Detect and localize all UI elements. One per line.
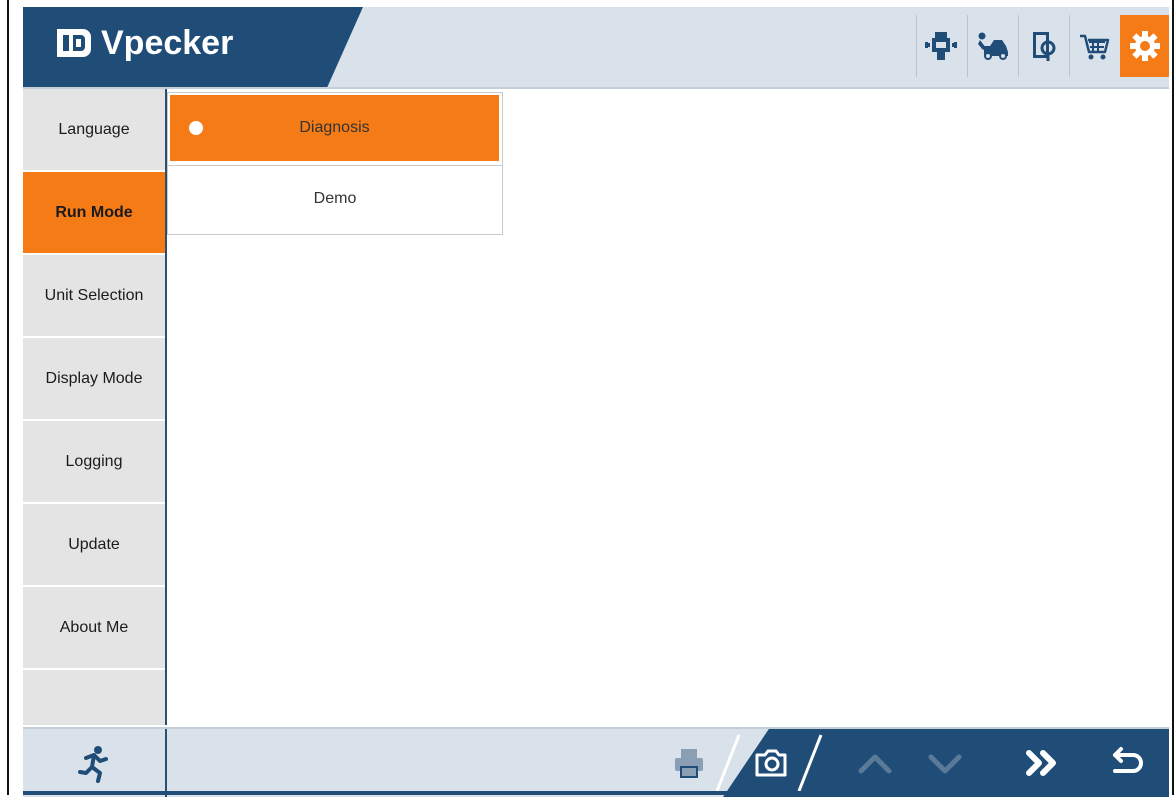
fast-forward-icon [1026, 750, 1056, 776]
option-diagnosis[interactable]: Diagnosis [170, 95, 499, 161]
print-icon [675, 749, 703, 778]
car-repair-button[interactable] [967, 15, 1016, 77]
screenshot-button[interactable] [745, 737, 797, 789]
diagnostic-connector-button[interactable] [916, 15, 965, 77]
shopping-cart-icon [1080, 34, 1110, 60]
settings-sidebar: Language Run Mode Unit Selection Display… [23, 89, 167, 725]
exit-runner-icon [78, 746, 108, 783]
bottom-toolbar [23, 727, 1169, 797]
back-button[interactable] [1101, 737, 1153, 789]
top-header: Vpecker [23, 7, 1169, 89]
sidebar-item-label: Logging [65, 452, 123, 470]
sidebar-item-label: Language [58, 120, 130, 138]
scroll-down-button[interactable] [919, 737, 971, 789]
back-return-icon [1113, 747, 1143, 773]
option-label: Diagnosis [299, 119, 370, 136]
print-button[interactable] [663, 737, 715, 789]
manual-book-icon [1033, 32, 1056, 61]
sidebar-item-run-mode[interactable]: Run Mode [23, 172, 165, 255]
manual-book-button[interactable] [1018, 15, 1067, 77]
camera-icon [755, 749, 787, 777]
settings-button[interactable] [1120, 15, 1169, 77]
chevron-down-icon [928, 754, 962, 774]
sidebar-item-update[interactable]: Update [23, 504, 165, 587]
sidebar-item-label: Unit Selection [44, 286, 144, 304]
top-toolbar [914, 15, 1169, 77]
shopping-cart-button[interactable] [1069, 15, 1118, 77]
vpecker-logo-icon [57, 29, 91, 57]
car-repair-icon [978, 32, 1008, 60]
option-demo[interactable]: Demo [168, 165, 502, 232]
exit-button[interactable] [23, 729, 167, 797]
separator-slash [715, 734, 741, 792]
settings-gear-icon [1130, 31, 1160, 61]
option-label: Demo [313, 190, 357, 207]
sidebar-item-language[interactable]: Language [23, 89, 165, 172]
sidebar-item-label: Display Mode [45, 369, 143, 387]
bottom-edge [23, 791, 1169, 795]
sidebar-item-unit-selection[interactable]: Unit Selection [23, 255, 165, 338]
app-title: Vpecker [101, 23, 234, 62]
selected-radio-indicator [189, 121, 203, 135]
next-button[interactable] [1017, 737, 1069, 789]
sidebar-item-label: Run Mode [55, 203, 133, 221]
main-content: Diagnosis Demo [167, 89, 1167, 725]
chevron-up-icon [858, 754, 892, 774]
window-frame-left [7, 0, 9, 795]
run-mode-options: Diagnosis Demo [167, 92, 503, 235]
diagnostic-connector-icon [925, 32, 957, 60]
sidebar-item-display-mode[interactable]: Display Mode [23, 338, 165, 421]
sidebar-item-about-me[interactable]: About Me [23, 587, 165, 670]
scroll-up-button[interactable] [849, 737, 901, 789]
app-logo: Vpecker [53, 23, 233, 63]
sidebar-item-logging[interactable]: Logging [23, 421, 165, 504]
sidebar-item-label: About Me [59, 618, 129, 636]
separator-slash [797, 734, 823, 792]
sidebar-item-label: Update [68, 535, 120, 553]
